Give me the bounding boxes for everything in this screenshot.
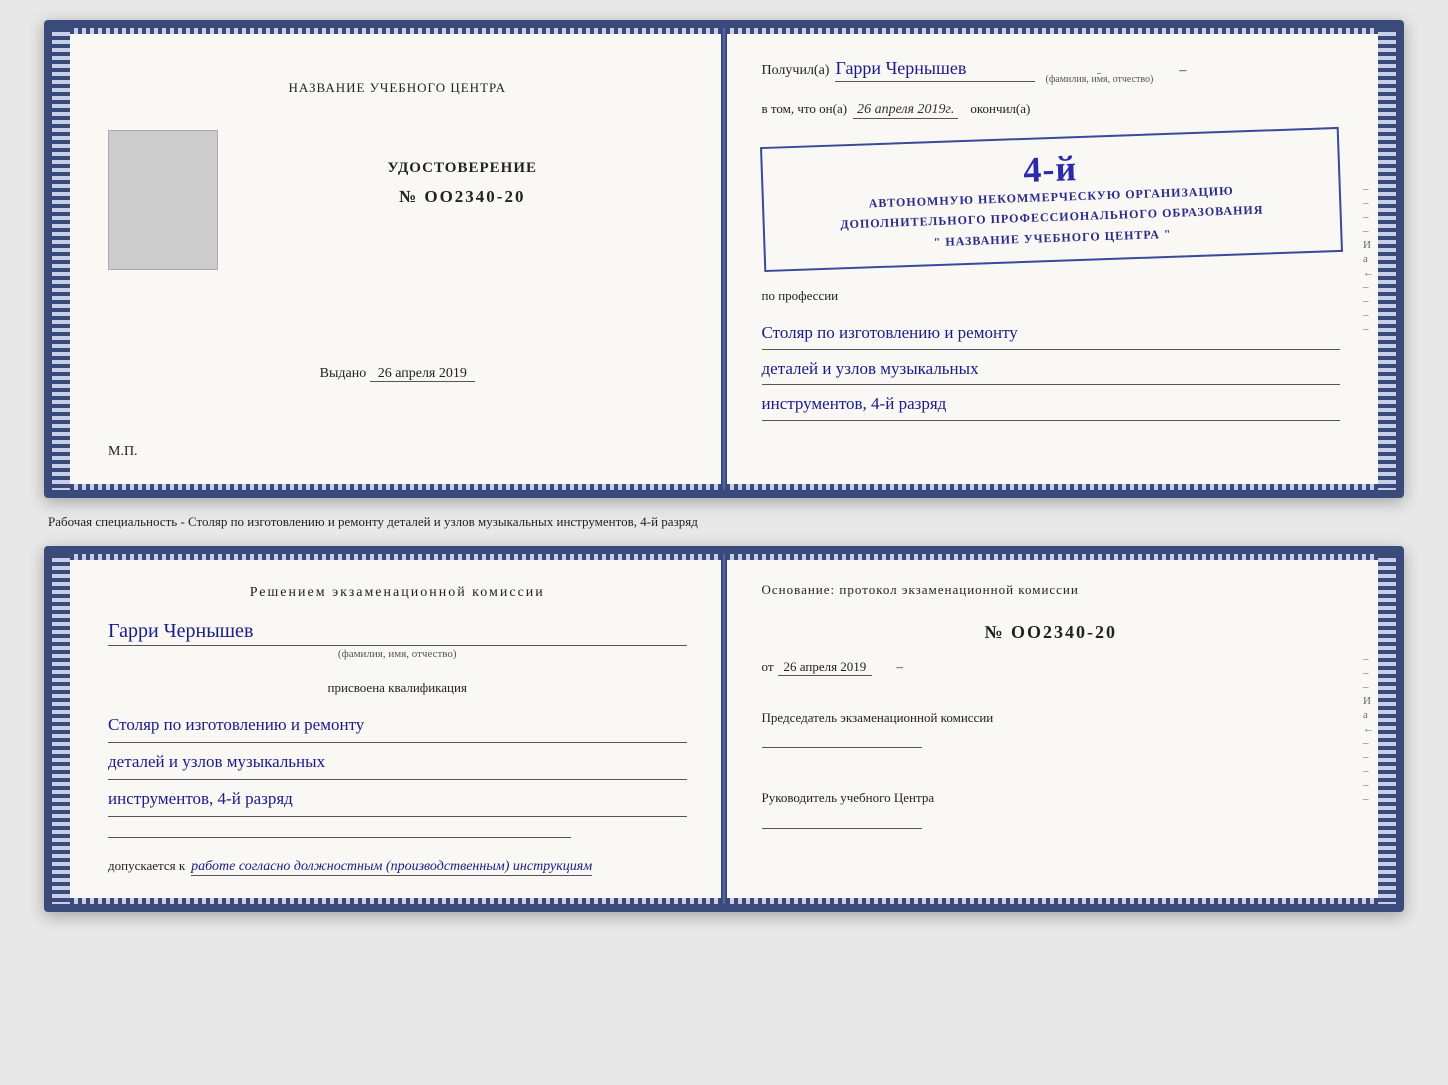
issued-date: 26 апреля 2019 <box>370 366 475 382</box>
chairman-label: Председатель экзаменационной комиссии <box>762 708 1341 728</box>
issued-label: Выдано <box>320 366 367 381</box>
caption-content: Рабочая специальность - Столяр по изгото… <box>48 514 698 529</box>
divider-line <box>108 837 571 838</box>
vtom-label: в том, что он(а) <box>762 101 848 117</box>
cert-right-page: Получил(а) Гарри Чернышев (фамилия, имя,… <box>726 28 1397 490</box>
dash-right1: – <box>896 659 903 675</box>
received-label: Получил(а) <box>762 63 830 79</box>
cert2-left-page: Решением экзаменационной комиссии Гарри … <box>52 554 726 904</box>
allowed-text: работе согласно должностным (производств… <box>191 859 592 876</box>
cert2-date: 26 апреля 2019 <box>778 659 873 676</box>
recipient-line: Получил(а) Гарри Чернышев (фамилия, имя,… <box>762 58 1341 87</box>
dash1: – <box>1179 63 1186 79</box>
qual-line1: Столяр по изготовлению и ремонту <box>108 708 687 743</box>
stamp-box: 4-й АВТОНОМНУЮ НЕКОММЕРЧЕСКУЮ ОРГАНИЗАЦИ… <box>759 127 1342 272</box>
certificate-spread-top: НАЗВАНИЕ УЧЕБНОГО ЦЕНТРА УДОСТОВЕРЕНИЕ №… <box>44 20 1404 498</box>
director-signature-line <box>762 828 922 829</box>
cert-left-page: НАЗВАНИЕ УЧЕБНОГО ЦЕНТРА УДОСТОВЕРЕНИЕ №… <box>52 28 726 490</box>
org-label: НАЗВАНИЕ УЧЕБНОГО ЦЕНТРА <box>289 78 506 98</box>
profession-block: Столяр по изготовлению и ремонту деталей… <box>762 318 1341 421</box>
foundation-label: Основание: протокол экзаменационной коми… <box>762 582 1341 598</box>
profession-line2: деталей и узлов музыкальных <box>762 354 1341 386</box>
profession-line3: инструментов, 4-й разряд <box>762 389 1341 421</box>
profession-label: по профессии <box>762 288 1341 304</box>
qualification-block: Столяр по изготовлению и ремонту деталей… <box>108 708 687 817</box>
cert-title: УДОСТОВЕРЕНИЕ <box>388 160 538 177</box>
commission-heading: Решением экзаменационной комиссии <box>108 582 687 604</box>
cert2-fio-label: (фамилия, имя, отчество) <box>108 648 687 660</box>
recipient-name: Гарри Чернышев <box>835 58 1035 82</box>
director-label: Руководитель учебного Центра <box>762 788 1341 808</box>
date-handwritten: 26 апреля 2019г. <box>853 102 958 119</box>
issued-line: Выдано 26 апреля 2019 <box>320 366 475 382</box>
mp-label: М.П. <box>108 444 138 460</box>
cert2-number: № OO2340-20 <box>762 622 1341 643</box>
cert2-name: Гарри Чернышев <box>108 620 687 646</box>
qual-line2: деталей и узлов музыкальных <box>108 745 687 780</box>
fio-label-top: (фамилия, имя, отчество) <box>1045 74 1153 85</box>
chairman-block: Председатель экзаменационной комиссии <box>762 708 1341 749</box>
cert2-date-line: от 26 апреля 2019 – <box>762 659 1341 676</box>
allowed-block: допускается к работе согласно должностны… <box>108 858 687 876</box>
side-letters-right2: ––– Иа← ––––– <box>1363 653 1374 805</box>
chairman-signature-line <box>762 747 922 748</box>
photo-placeholder <box>108 130 218 270</box>
allowed-label: допускается к <box>108 858 185 874</box>
vtom-line: в том, что он(а) 26 апреля 2019г. окончи… <box>762 101 1341 119</box>
date-prefix: от <box>762 659 774 675</box>
caption-text: Рабочая специальность - Столяр по изгото… <box>44 514 1404 530</box>
qualification-label: присвоена квалификация <box>108 680 687 696</box>
certificate-spread-bottom: Решением экзаменационной комиссии Гарри … <box>44 546 1404 912</box>
cert-number: № OO2340-20 <box>399 187 525 207</box>
finished-label: окончил(а) <box>970 101 1030 117</box>
qual-line3: инструментов, 4-й разряд <box>108 782 687 817</box>
cert2-right-page: Основание: протокол экзаменационной коми… <box>726 554 1397 904</box>
profession-line1: Столяр по изготовлению и ремонту <box>762 318 1341 350</box>
director-block: Руководитель учебного Центра <box>762 788 1341 829</box>
side-letters-right: –––– Иа← –––– <box>1363 183 1374 335</box>
